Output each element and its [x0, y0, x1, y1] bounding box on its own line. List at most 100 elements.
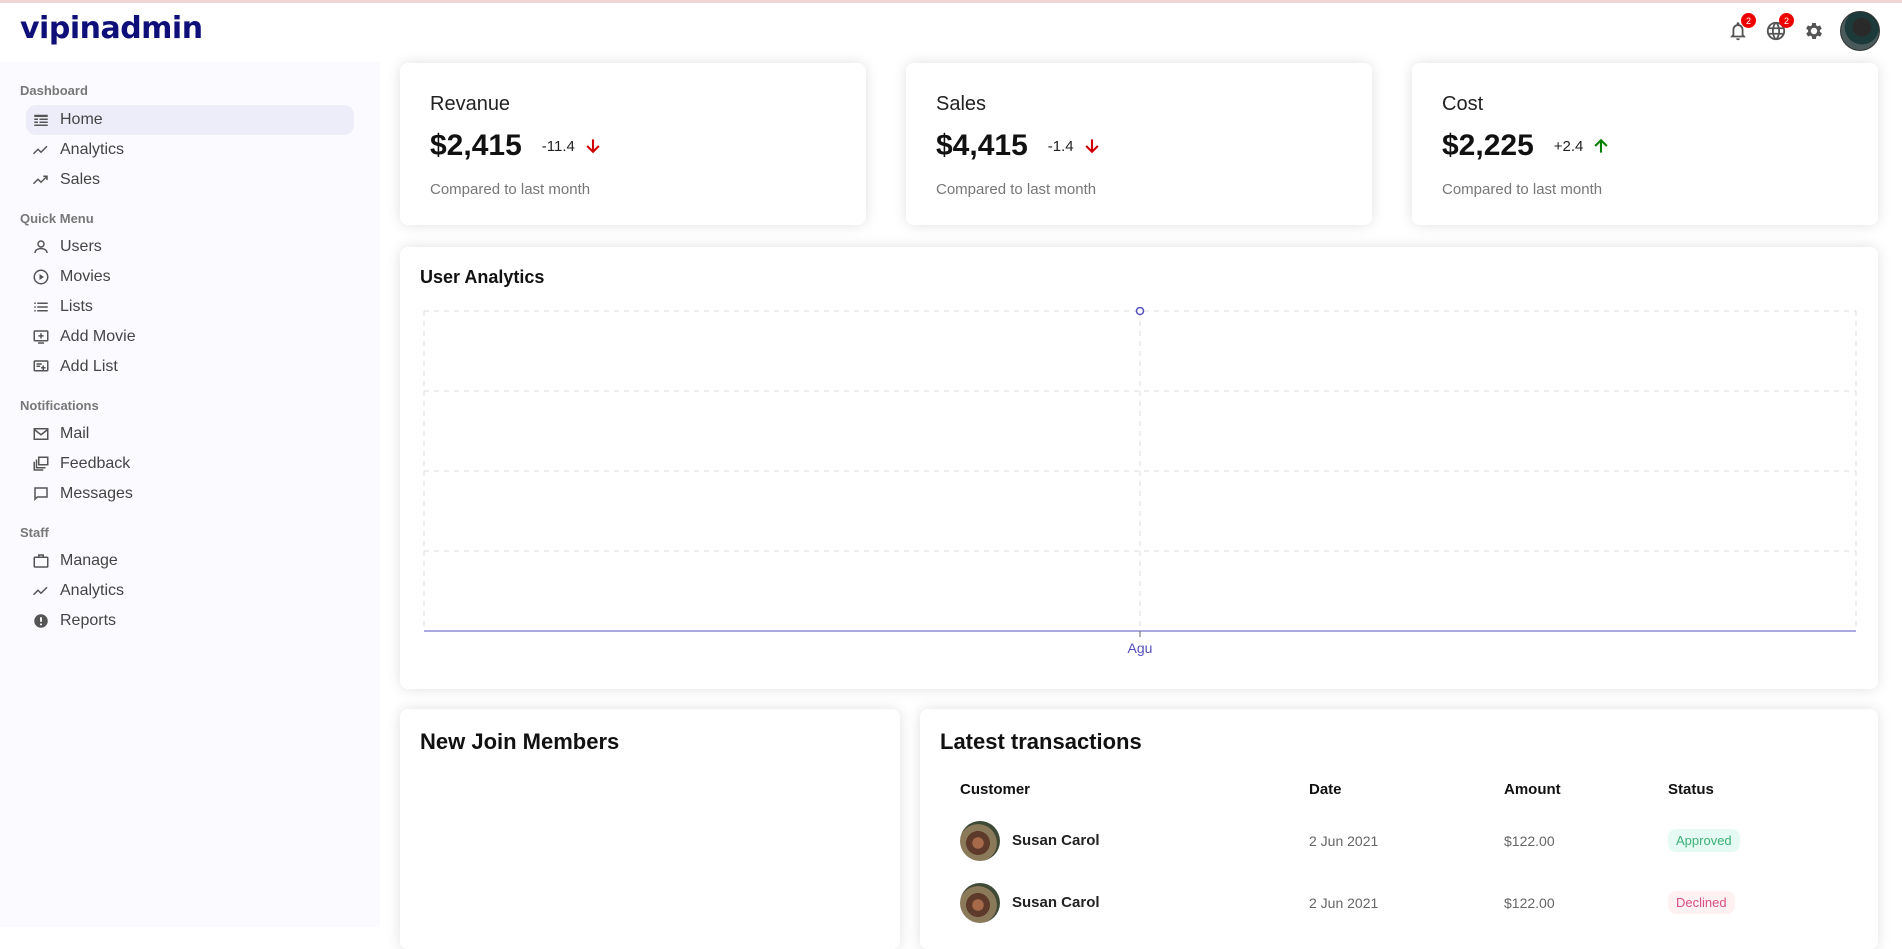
user-avatar[interactable] — [1840, 11, 1880, 51]
sidebar-section-staff: Staff — [20, 525, 49, 540]
add-to-queue-icon — [33, 330, 49, 344]
trending-up-icon — [32, 175, 48, 185]
sidebar-item-label: Feedback — [60, 455, 131, 472]
settings-button[interactable] — [1802, 19, 1826, 43]
status-badge[interactable]: Approved — [1668, 829, 1740, 852]
sidebar-item-users[interactable]: Users — [26, 232, 354, 262]
language-button[interactable]: 2 — [1764, 13, 1794, 43]
sidebar-section-quick-menu: Quick Menu — [20, 211, 94, 226]
sidebar-item-add-list[interactable]: Add List — [26, 352, 354, 382]
user-analytics-card: User Analytics Agu — [400, 247, 1878, 689]
column-header-amount: Amount — [1504, 781, 1561, 798]
chart-title: User Analytics — [420, 267, 545, 287]
featured-card-revenue: Revanue $2,415 -11.4 Compared to last mo… — [400, 63, 866, 225]
sidebar-item-label: Reports — [60, 612, 117, 629]
sidebar-item-lists[interactable]: Lists — [26, 292, 354, 322]
transaction-date: 2 Jun 2021 — [1309, 895, 1379, 911]
column-header-customer: Customer — [960, 781, 1031, 798]
column-header-date: Date — [1309, 781, 1342, 798]
sidebar: Dashboard Home Analytics Sales Quick Men… — [0, 62, 380, 927]
user-analytics-chart[interactable]: Agu — [420, 307, 1860, 677]
sidebar-item-label: Lists — [60, 298, 93, 315]
widget-title: Latest transactions — [940, 729, 1142, 754]
featured-money: $2,415 -11.4 — [430, 129, 603, 163]
featured-money-value: $2,225 — [1442, 129, 1534, 162]
customer-name: Susan Carol — [1012, 894, 1100, 911]
sidebar-item-add-movie[interactable]: Add Movie — [26, 322, 354, 352]
featured-rate-value: -11.4 — [541, 137, 575, 155]
person-icon — [34, 240, 48, 254]
dynamic-feed-icon — [33, 456, 49, 471]
featured-rate-value: -1.4 — [1047, 137, 1074, 155]
sidebar-item-messages[interactable]: Messages — [26, 479, 354, 509]
notifications-button[interactable]: 2 — [1726, 13, 1756, 43]
featured-money: $2,225 +2.4 — [1442, 129, 1611, 163]
featured-rate: +2.4 — [1554, 136, 1612, 156]
featured-money-value: $4,415 — [936, 129, 1028, 162]
sidebar-item-mail[interactable]: Mail — [26, 419, 354, 449]
column-header-status: Status — [1668, 781, 1714, 798]
sidebar-item-label: Analytics — [60, 582, 125, 599]
featured-sub: Compared to last month — [1442, 181, 1603, 198]
x-tick-label: Agu — [1128, 640, 1153, 656]
report-icon — [34, 614, 48, 628]
arrow-up-icon — [1594, 138, 1608, 153]
featured-title: Cost — [1442, 93, 1484, 115]
sidebar-item-label: Sales — [60, 171, 101, 188]
featured-money-value: $2,415 — [430, 129, 522, 162]
sidebar-item-reports[interactable]: Reports — [26, 606, 354, 636]
featured-title: Sales — [936, 93, 987, 115]
featured-rate: -1.4 — [1048, 136, 1102, 156]
featured-sub: Compared to last month — [936, 181, 1097, 198]
sidebar-item-home[interactable]: Home — [26, 105, 354, 135]
featured-title: Revanue — [430, 93, 511, 115]
sidebar-item-label: Analytics — [60, 141, 125, 158]
featured-money: $4,415 -1.4 — [936, 129, 1102, 163]
sidebar-item-label: Manage — [60, 552, 118, 569]
featured-card-cost: Cost $2,225 +2.4 Compared to last month — [1412, 63, 1878, 225]
data-point — [1135, 307, 1145, 316]
topbar: vipinadmin 2 2 — [0, 0, 1902, 62]
work-icon — [33, 554, 49, 568]
sidebar-item-movies[interactable]: Movies — [26, 262, 354, 292]
table-row[interactable]: Susan Carol 2 Jun 2021 $122.00 Declined — [940, 881, 1860, 925]
sidebar-item-label: Add List — [60, 358, 118, 375]
sidebar-item-label: Users — [60, 238, 102, 255]
sidebar-item-label: Add Movie — [60, 328, 136, 345]
gear-icon — [1806, 23, 1822, 39]
playlist-add-icon — [33, 360, 49, 372]
table-row[interactable]: Susan Carol 2 Jun 2021 $122.00 Approved — [940, 819, 1860, 863]
customer-avatar — [960, 821, 1000, 861]
dashboard-icon — [34, 114, 48, 126]
timeline-icon — [32, 145, 48, 155]
sidebar-item-manage[interactable]: Manage — [26, 546, 354, 576]
sidebar-item-label: Movies — [60, 268, 111, 285]
customer-name: Susan Carol — [1012, 832, 1100, 849]
sidebar-item-label: Mail — [60, 425, 90, 442]
sidebar-item-label: Home — [60, 111, 103, 128]
sidebar-section-notifications: Notifications — [20, 398, 99, 413]
featured-rate-value: +2.4 — [1553, 137, 1584, 155]
chat-bubble-icon — [34, 487, 48, 502]
logo[interactable]: vipinadmin — [20, 11, 203, 46]
play-circle-icon — [33, 269, 49, 285]
sidebar-item-staff-analytics[interactable]: Analytics — [26, 576, 354, 606]
transaction-date: 2 Jun 2021 — [1309, 833, 1379, 849]
arrow-down-icon — [586, 139, 600, 154]
widget-title: New Join Members — [420, 729, 620, 754]
sidebar-item-sales[interactable]: Sales — [26, 165, 354, 195]
sidebar-item-label: Messages — [60, 485, 133, 502]
sidebar-item-feedback[interactable]: Feedback — [26, 449, 354, 479]
featured-rate: -11.4 — [542, 136, 603, 156]
transaction-amount: $122.00 — [1504, 895, 1555, 911]
status-badge[interactable]: Declined — [1668, 891, 1735, 914]
featured-sub: Compared to last month — [430, 181, 591, 198]
transaction-amount: $122.00 — [1504, 833, 1555, 849]
sidebar-item-analytics[interactable]: Analytics — [26, 135, 354, 165]
notification-badge: 2 — [1741, 13, 1756, 28]
list-icon — [34, 302, 48, 312]
latest-transactions-widget: Latest transactions Customer Date Amount… — [920, 709, 1878, 949]
new-members-widget: New Join Members — [400, 709, 900, 949]
timeline-icon — [32, 586, 48, 596]
featured-card-sales: Sales $4,415 -1.4 Compared to last month — [906, 63, 1372, 225]
